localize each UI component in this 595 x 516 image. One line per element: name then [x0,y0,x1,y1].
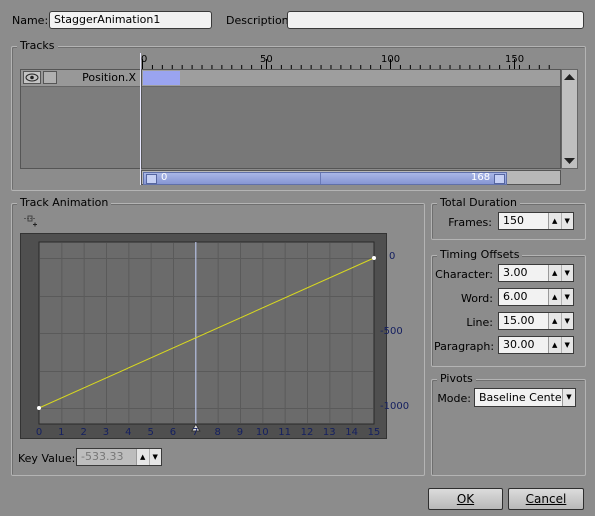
cancel-button-label: Cancel [525,492,567,506]
description-label: Description: [226,14,293,27]
character-value[interactable]: 3.00 [503,265,528,281]
timeline-cursor[interactable] [140,53,141,185]
x-tick-label: 2 [80,427,87,438]
range-end-value: 168 [471,172,491,183]
mode-label: Mode: [437,392,471,405]
spin-down-icon[interactable]: ▼ [560,289,574,305]
key-value-label: Key Value: [18,452,76,465]
visibility-eye-icon[interactable] [23,71,41,84]
track-row-position-x[interactable]: Position.X [21,70,140,87]
track-animation-title: Track Animation [17,196,112,209]
curve-graph[interactable] [20,233,387,439]
x-tick-label: 12 [300,427,314,438]
ruler-label-100: 100 [381,54,401,65]
mode-select[interactable]: Baseline Center ▼ [474,388,576,407]
timing-offsets-title: Timing Offsets [437,248,523,261]
x-tick-label: 11 [278,427,291,438]
scroll-up-icon [564,74,575,80]
ok-button[interactable]: OK [428,488,503,510]
frames-value[interactable]: 150 [503,213,524,229]
spin-up-icon[interactable]: ▲ [549,313,561,329]
dialog-window: Name: StaggerAnimation1 Description: Tra… [0,0,595,516]
spin-up-icon[interactable]: ▲ [549,265,561,281]
line-stepper[interactable]: 15.00 ▲ ▼ [498,312,574,330]
ruler-label-150: 150 [505,54,525,65]
word-stepper[interactable]: 6.00 ▲ ▼ [498,288,574,306]
y-tick-label: 0 [389,251,396,262]
tracks-vertical-scrollbar[interactable] [561,69,578,169]
spin-down-icon[interactable]: ▼ [148,449,162,465]
keyframe-point[interactable] [372,256,376,260]
y-tick-label: -1000 [380,401,410,412]
x-tick-label: 13 [322,427,336,438]
key-value-stepper[interactable]: -533.33 ▲ ▼ [76,448,162,466]
track-clip[interactable] [143,71,180,85]
paragraph-label: Paragraph: [434,340,495,353]
spin-down-icon[interactable]: ▼ [560,337,574,353]
description-field[interactable] [287,11,584,29]
name-field[interactable]: StaggerAnimation1 [49,11,212,29]
character-label: Character: [435,268,493,281]
pivots-title: Pivots [437,372,476,385]
mode-value[interactable]: Baseline Center [479,389,566,406]
line-label: Line: [466,316,493,329]
range-bar[interactable]: 0 168 [141,170,561,185]
chevron-down-icon[interactable]: ▼ [562,389,575,406]
ok-button-label: OK [456,492,475,506]
character-stepper[interactable]: 3.00 ▲ ▼ [498,264,574,282]
range-start-value: 0 [161,172,168,183]
spin-down-icon[interactable]: ▼ [560,265,574,281]
key-value-text[interactable]: -533.33 [81,449,123,465]
range-slider[interactable]: 0 168 [143,172,507,185]
tracks-title: Tracks [17,39,58,52]
spin-down-icon[interactable]: ▼ [560,313,574,329]
x-tick-label: 14 [345,427,358,438]
x-tick-label: 6 [169,427,177,438]
add-key-icon[interactable] [23,214,39,228]
scroll-down-icon [564,158,575,164]
cancel-button[interactable]: Cancel [508,488,584,510]
x-tick-label: 9 [236,427,244,438]
x-tick-label: 15 [367,427,381,438]
ruler-label-0: 0 [141,54,148,65]
x-tick-label: 8 [214,427,221,438]
word-label: Word: [461,292,493,305]
x-tick-label: 1 [58,427,65,438]
frames-label: Frames: [448,216,492,229]
total-duration-title: Total Duration [437,196,520,209]
track-timeline[interactable] [141,69,561,169]
spin-up-icon[interactable]: ▲ [549,213,561,229]
track-name-label: Position.X [82,71,136,84]
line-value[interactable]: 15.00 [503,313,535,329]
x-tick-label: 4 [125,427,132,438]
frames-stepper[interactable]: 150 ▲ ▼ [498,212,574,230]
spin-up-icon[interactable]: ▲ [549,289,561,305]
range-end-handle[interactable] [494,174,505,184]
x-tick-label: 7 [192,427,199,438]
spin-down-icon[interactable]: ▼ [560,213,574,229]
x-tick-label: 0 [35,427,43,438]
range-start-handle[interactable] [146,174,157,184]
timeline-ruler[interactable]: 0 50 100 150 [141,53,561,69]
x-tick-label: 10 [255,427,269,438]
spin-up-icon[interactable]: ▲ [137,449,149,465]
x-tick-label: 3 [102,427,110,438]
x-tick-label: 5 [147,427,154,438]
paragraph-value[interactable]: 30.00 [503,337,535,353]
name-label: Name: [12,14,49,27]
keyframe-point[interactable] [37,406,41,410]
lock-toggle-icon[interactable] [43,71,57,84]
word-value[interactable]: 6.00 [503,289,528,305]
track-list: Position.X [20,69,141,169]
y-tick-label: -500 [380,326,403,337]
paragraph-stepper[interactable]: 30.00 ▲ ▼ [498,336,574,354]
ruler-label-50: 50 [260,54,273,65]
x-axis-ticks: 0 1 2 3 4 5 6 7 8 9 10 11 12 13 14 15 [0,427,400,441]
spin-up-icon[interactable]: ▲ [549,337,561,353]
